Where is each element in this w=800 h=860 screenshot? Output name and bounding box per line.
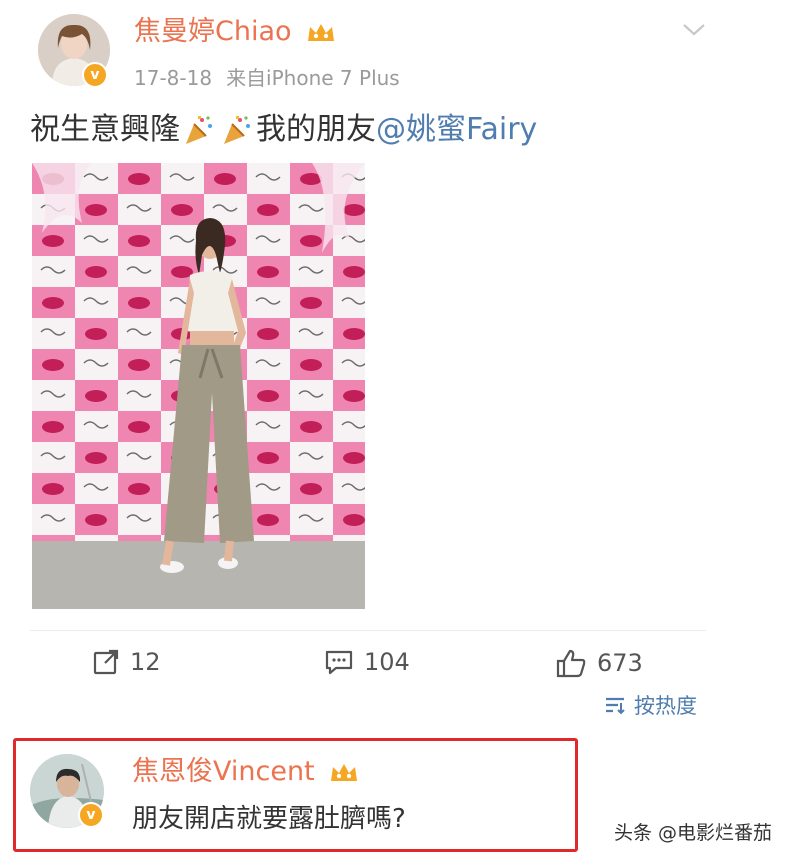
vip-crown-icon [331,763,358,781]
post-source: 来自iPhone 7 Plus [226,66,400,90]
mention-link[interactable]: @姚蜜Fairy [376,112,537,147]
reply-username[interactable]: 焦恩俊Vincent [132,756,359,788]
party-popper-icon [186,115,212,144]
watermark: 头条 @电影烂番茄 [614,822,773,844]
post-meta: 17-8-18 来自iPhone 7 Plus [134,62,414,91]
poster-username[interactable]: 焦曼婷Chiao [134,16,336,48]
sort-by-hot-button[interactable]: 按热度 [604,690,697,720]
comment-icon [325,650,353,675]
post-photo[interactable] [32,163,365,609]
sort-label: 按热度 [634,694,697,718]
post-date: 17-8-18 [134,66,213,90]
like-button[interactable]: 673 [555,648,643,678]
verified-badge-icon: v [82,62,108,88]
repost-count: 12 [130,648,161,676]
post-text: 祝生意興隆 我的朋友@姚蜜Fairy [30,112,538,147]
comment-count: 104 [364,648,410,676]
repost-button[interactable]: 12 [92,648,161,676]
sort-icon [606,697,625,715]
chevron-down-icon[interactable] [680,18,708,42]
party-popper-icon [224,115,250,144]
verified-badge-icon: v [78,802,104,828]
thumbs-up-icon [556,649,586,678]
comment-button[interactable]: 104 [324,648,410,676]
divider [30,630,706,631]
vip-crown-icon [308,23,335,41]
like-count: 673 [597,649,643,677]
reply-text: 朋友開店就要露肚臍嗎? [132,804,406,834]
repost-icon [93,649,119,675]
